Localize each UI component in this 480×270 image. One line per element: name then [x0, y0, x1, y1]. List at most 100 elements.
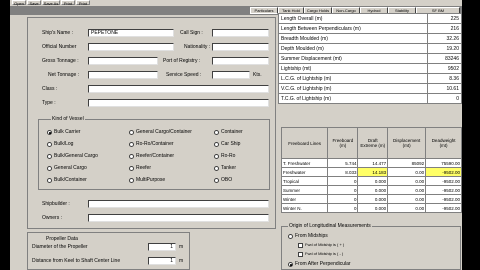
radio-label: General Cargo/Container — [136, 129, 192, 135]
table-row: T.C.G. of Lightship (m) 0 — [278, 93, 462, 104]
type-input[interactable] — [88, 99, 269, 107]
class-input[interactable] — [88, 85, 269, 93]
table-cell[interactable]: 0.000 — [357, 194, 389, 204]
radio-bulk-general-cargo[interactable] — [47, 154, 52, 159]
table-cell: 0.00 — [387, 167, 427, 177]
radio-reefer-container[interactable] — [129, 154, 134, 159]
col-header: Draft Extreme (m) — [357, 127, 389, 159]
table-cell: 85092 — [387, 158, 427, 168]
port-registry-input[interactable] — [212, 57, 269, 65]
official-number-input[interactable] — [88, 43, 174, 51]
particular-value[interactable]: 8.36 — [426, 73, 462, 84]
nationality-input[interactable] — [212, 43, 269, 51]
checkbox-fwd-minus[interactable] — [298, 252, 303, 257]
radio-roro-container[interactable] — [129, 142, 134, 147]
table-row: Length Between Perpendiculars (m) 216 — [278, 23, 462, 34]
from-after-perpendicular-label: From After Perpendicular — [295, 261, 351, 267]
particular-value[interactable]: 10.61 — [426, 83, 462, 94]
particular-label: Lightship (mt) — [278, 63, 428, 74]
radio-general-cargo-container[interactable] — [129, 130, 134, 135]
table-cell[interactable]: 0.000 — [357, 185, 389, 195]
table-cell[interactable]: 0 — [327, 194, 359, 204]
shipbuilder-input[interactable] — [88, 200, 269, 208]
table-cell: -9502.00 — [425, 194, 462, 204]
col-header: Deadweight (mt) — [425, 127, 462, 159]
service-speed-input[interactable] — [212, 71, 250, 79]
table-cell: 75590.00 — [425, 158, 462, 168]
table-cell[interactable]: 14.477 — [357, 158, 389, 168]
particular-value[interactable]: 83246 — [426, 53, 462, 64]
table-row: Winter 0 0.000 0.00 -9502.00 — [280, 194, 462, 204]
owners-input[interactable] — [88, 214, 269, 222]
net-tonnage-input[interactable] — [88, 71, 158, 79]
freeboard-table: Freeboard Lines Freeboard (m) Draft Extr… — [280, 127, 462, 213]
radio-reefer[interactable] — [129, 166, 134, 171]
radio-bulk-log[interactable] — [47, 142, 52, 147]
propeller-diameter-input[interactable]: 1 — [148, 243, 176, 251]
radio-from-after-perpendicular[interactable] — [288, 262, 293, 267]
particular-value[interactable]: 9502 — [426, 63, 462, 74]
print-button[interactable]: Print — [61, 0, 75, 6]
radio-label: Car Ship — [221, 141, 241, 147]
particular-value[interactable]: 19.20 — [426, 43, 462, 54]
radio-car-ship[interactable] — [214, 142, 219, 147]
particular-value[interactable]: 32.26 — [426, 33, 462, 44]
radio-obo[interactable] — [214, 178, 219, 183]
table-cell: Freshwater — [280, 167, 329, 177]
table-row: Length Overall (m) 225 — [278, 13, 462, 24]
table-cell: 0.00 — [387, 185, 427, 195]
table-cell[interactable]: 8.033 — [327, 167, 359, 177]
particular-value[interactable]: 0 — [426, 93, 462, 104]
print-preview-button[interactable]: Print — [76, 0, 90, 6]
particular-value[interactable]: 216 — [426, 23, 462, 34]
table-header-row: Freeboard Lines Freeboard (m) Draft Extr… — [280, 127, 462, 159]
table-cell[interactable]: 0.000 — [357, 203, 389, 213]
radio-multipurpose[interactable] — [129, 178, 134, 183]
radio-bulk-carrier[interactable] — [47, 130, 52, 135]
shipbuilder-label: Shipbuilder : — [42, 201, 70, 207]
table-cell-selected[interactable]: 14.183 — [357, 167, 389, 177]
table-cell[interactable]: 0.000 — [357, 176, 389, 186]
radio-label: Bulk/General Cargo — [54, 153, 98, 159]
table-row: Summer Displacement (mt) 83246 — [278, 53, 462, 64]
radio-bulk-container[interactable] — [47, 178, 52, 183]
radio-label: Ro-Ro — [221, 153, 236, 159]
fwd-plus-label: Fwd of Midship is ( + ) — [305, 242, 345, 247]
particular-label: Length Overall (m) — [278, 13, 428, 24]
particular-label: Depth Moulded (m) — [278, 43, 428, 54]
radio-general-cargo[interactable] — [47, 166, 52, 171]
table-row: Summer 0 0.000 0.00 -9502.00 — [280, 185, 462, 195]
table-cell: T. Freshwater — [280, 158, 329, 168]
table-cell[interactable]: 0 — [327, 185, 359, 195]
radio-roro[interactable] — [214, 154, 219, 159]
gross-tonnage-input[interactable] — [88, 57, 158, 65]
checkbox-fwd-plus[interactable] — [298, 243, 303, 248]
nationality-label: Nationality : — [184, 44, 211, 50]
call-sign-label: Call Sign : — [180, 30, 203, 36]
radio-label: Container — [221, 129, 243, 135]
call-sign-input[interactable] — [212, 29, 269, 37]
radio-container[interactable] — [214, 130, 219, 135]
port-registry-label: Port of Registry : — [163, 58, 201, 64]
table-cell[interactable]: 5.744 — [327, 158, 359, 168]
table-cell: Summer — [280, 185, 329, 195]
radio-from-midships[interactable] — [288, 234, 293, 239]
particular-label: Breadth Moulded (m) — [278, 33, 428, 44]
save-button[interactable]: Save — [27, 0, 41, 6]
ship-name-input[interactable]: PEPETONE — [88, 29, 174, 37]
open-button[interactable]: Open — [12, 0, 26, 6]
save-as-button[interactable]: Save As — [42, 0, 60, 6]
table-row: Breadth Moulded (m) 32.26 — [278, 33, 462, 44]
class-label: Class : — [42, 86, 58, 92]
shaft-distance-input[interactable]: 1 — [148, 257, 176, 265]
table-cell[interactable]: 0 — [327, 176, 359, 186]
particular-label: Summer Displacement (mt) — [278, 53, 428, 64]
radio-label: Bulk Carrier — [54, 129, 81, 135]
tab-particulars[interactable]: Particulars — [250, 7, 278, 14]
col-header: Displacement (mt) — [387, 127, 427, 159]
radio-tanker[interactable] — [214, 166, 219, 171]
table-row: Lightship (mt) 9502 — [278, 63, 462, 74]
service-speed-label: Service Speed : — [166, 72, 202, 78]
particular-value[interactable]: 225 — [426, 13, 462, 24]
table-cell[interactable]: 0 — [327, 203, 359, 213]
